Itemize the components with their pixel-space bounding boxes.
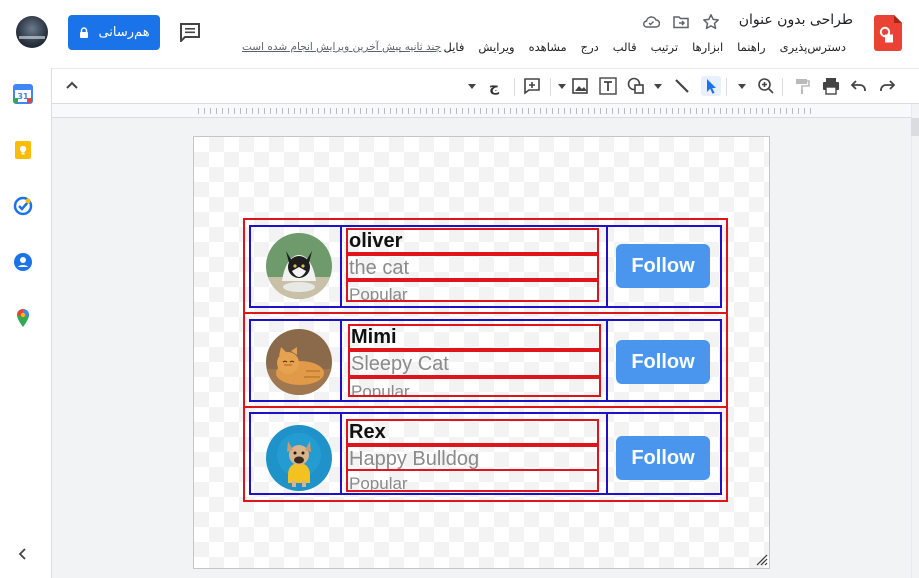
select-icon[interactable]	[701, 76, 721, 96]
share-label: هم‌رسانی	[98, 25, 150, 40]
collapse-toolbar-icon[interactable]	[62, 76, 82, 96]
orange-cat-image	[266, 329, 332, 395]
profile-tag: Popular	[346, 280, 599, 302]
expand-panel-icon[interactable]	[15, 546, 31, 562]
profile-description: Sleepy Cat	[348, 350, 601, 377]
profile-tag: Popular	[346, 469, 599, 492]
menu-insert[interactable]: درج	[574, 40, 606, 54]
menu-edit[interactable]: ویرایش	[471, 40, 521, 54]
menu-file[interactable]: فایل	[437, 40, 472, 54]
zoom-icon[interactable]	[756, 76, 776, 96]
star-icon[interactable]	[702, 13, 720, 31]
keep-icon[interactable]	[13, 140, 33, 160]
profile-tag: Popular	[348, 377, 601, 397]
line-icon[interactable]	[672, 76, 692, 96]
cloud-status-icon[interactable]	[642, 13, 660, 31]
print-icon[interactable]	[821, 76, 841, 96]
menu-accessibility[interactable]: دسترس‌پذیری	[773, 40, 853, 54]
svg-text:ج: ج	[489, 79, 500, 95]
input-tools-dropdown-icon[interactable]	[466, 76, 478, 96]
horizontal-ruler	[52, 104, 911, 118]
toolbar: ج	[52, 68, 919, 104]
svg-text:31: 31	[17, 92, 29, 101]
zoom-dropdown-icon[interactable]	[736, 76, 748, 96]
profile-name: Rex	[346, 419, 599, 445]
profile-photo-rex	[266, 425, 332, 491]
menu-arrange[interactable]: ترتیب	[644, 40, 686, 54]
profile-description: Happy Bulldog	[346, 445, 599, 471]
vertical-scrollbar[interactable]	[911, 104, 919, 578]
last-edit-link[interactable]: چند ثانیه پیش آخرین ویرایش انجام شده است	[242, 41, 441, 53]
app-header: هم‌رسانی طراحی بدون عنوان فایل ویرایش مش…	[0, 0, 919, 68]
profile-photo-mimi	[266, 329, 332, 395]
image-dropdown-icon[interactable]	[556, 76, 568, 96]
share-button[interactable]: هم‌رسانی	[68, 15, 160, 50]
bulldog-image	[266, 425, 332, 491]
calendar-icon[interactable]: 31	[13, 84, 33, 104]
follow-button[interactable]: Follow	[616, 436, 710, 480]
contacts-icon[interactable]	[13, 252, 33, 272]
lock-icon	[80, 26, 89, 38]
account-avatar[interactable]	[16, 16, 48, 48]
profile-photo-oliver	[266, 233, 332, 299]
textbox-icon[interactable]	[598, 76, 618, 96]
resize-handle-icon[interactable]	[756, 554, 768, 566]
document-title[interactable]: طراحی بدون عنوان	[739, 12, 853, 28]
drawings-logo-icon[interactable]	[874, 15, 902, 51]
profile-description: the cat	[346, 254, 599, 280]
side-panel: 31	[0, 68, 52, 578]
follow-button[interactable]: Follow	[616, 244, 710, 288]
image-icon[interactable]	[570, 76, 590, 96]
comment-add-icon[interactable]	[522, 76, 542, 96]
menu-view[interactable]: مشاهده	[522, 40, 574, 54]
input-tools-icon[interactable]: ج	[484, 76, 504, 96]
profile-name: Mimi	[348, 324, 601, 350]
follow-button[interactable]: Follow	[616, 340, 710, 384]
menu-tools[interactable]: ابزارها	[685, 40, 730, 54]
menu-format[interactable]: قالب	[606, 40, 644, 54]
scrollbar-thumb[interactable]	[911, 118, 919, 136]
menu-bar: فایل ویرایش مشاهده درج قالب ترتیب ابزاره…	[437, 40, 854, 54]
paint-format-icon[interactable]	[792, 76, 812, 96]
undo-icon[interactable]	[849, 76, 869, 96]
comments-icon[interactable]	[179, 22, 201, 42]
cat-portrait-image	[266, 233, 332, 299]
move-folder-icon[interactable]	[672, 13, 690, 31]
menu-help[interactable]: راهنما	[730, 40, 772, 54]
shape-dropdown-icon[interactable]	[652, 76, 664, 96]
maps-icon[interactable]	[13, 308, 33, 328]
shape-icon[interactable]	[626, 76, 646, 96]
tasks-icon[interactable]	[13, 196, 33, 216]
profile-name: oliver	[346, 228, 599, 254]
redo-icon[interactable]	[877, 76, 897, 96]
